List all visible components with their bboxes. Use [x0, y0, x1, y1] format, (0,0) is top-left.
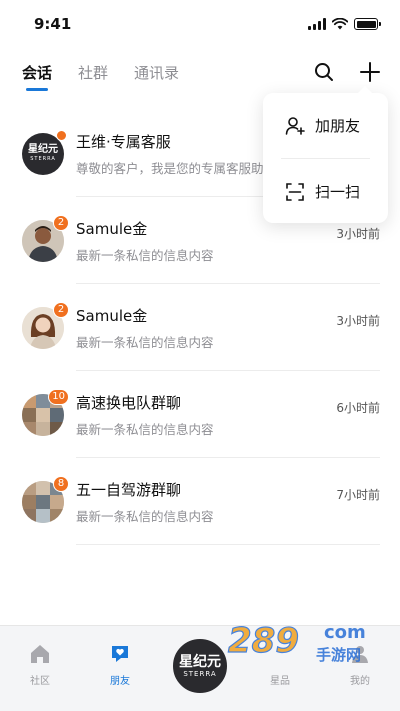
chat-row-group-road-trip[interactable]: 8 五一自驾游群聊 最新一条私信的信息内容 7小时前: [0, 458, 400, 545]
brand-en: STERRA: [30, 156, 56, 162]
tab-conversations[interactable]: 会话: [22, 62, 52, 91]
tab-contacts[interactable]: 通讯录: [134, 62, 179, 83]
avatar-wrap: 2: [22, 301, 69, 349]
add-friend-label: 加朋友: [315, 117, 361, 135]
avatar-wrap: 8: [22, 475, 69, 523]
avatar-wrap: 2: [22, 214, 69, 262]
chat-time: 6小时前: [336, 401, 380, 415]
watermark-number: 289: [228, 621, 299, 661]
scan-label: 扫一扫: [315, 183, 361, 201]
brand-en: STERRA: [183, 669, 217, 678]
tabbar-label: 社区: [30, 676, 50, 687]
brand-cn: 星纪元: [28, 144, 58, 155]
battery-icon: [354, 18, 381, 30]
sterra-center-button: 星纪元 STERRA: [170, 636, 230, 696]
wifi-icon: [332, 18, 348, 30]
home-icon: [28, 642, 52, 666]
search-button[interactable]: [312, 60, 336, 84]
brand-cn: 星纪元: [179, 653, 221, 670]
chat-row-group-battery-swap[interactable]: 10 高速换电队群聊 最新一条私信的信息内容 6小时前: [0, 371, 400, 458]
scan-icon: [285, 182, 305, 202]
friends-heart-icon: [108, 642, 132, 666]
chat-row-samule-2[interactable]: 2 Samule金 最新一条私信的信息内容 3小时前: [0, 284, 400, 371]
unread-badge: 8: [53, 475, 69, 492]
add-button[interactable]: [358, 60, 382, 84]
top-tabs: 会话 社群 通讯录: [0, 54, 400, 91]
unread-badge: 2: [53, 214, 69, 231]
sterra-logo: 星纪元 STERRA: [179, 655, 221, 678]
header-actions: [312, 54, 382, 90]
add-friend-icon: [285, 116, 305, 136]
tabbar-community[interactable]: 社区: [10, 642, 70, 687]
watermark-logo: 289 com 手游网: [227, 620, 366, 664]
chat-message: 最新一条私信的信息内容: [76, 334, 214, 350]
avatar-wrap: 星纪元 STERRA: [22, 129, 67, 175]
tabbar-label: 星品: [270, 676, 290, 687]
unread-dot: [56, 129, 67, 141]
chat-message: 最新一条私信的信息内容: [76, 421, 214, 437]
chat-message: 最新一条私信的信息内容: [76, 247, 214, 263]
unread-badge: 2: [53, 301, 69, 318]
add-popup-menu: 加朋友 扫一扫: [263, 86, 388, 224]
watermark-suffix: com: [324, 622, 366, 643]
avatar-wrap: 10: [22, 388, 69, 436]
tabbar-friends[interactable]: 朋友: [90, 642, 150, 687]
tabbar-label: 朋友: [110, 676, 130, 687]
add-friend-menu-item[interactable]: 加朋友: [263, 93, 388, 158]
sterra-logo: 星纪元 STERRA: [28, 145, 58, 162]
chat-time: 7小时前: [336, 488, 380, 502]
status-icons: [308, 18, 381, 30]
status-bar: 9:41: [0, 0, 400, 48]
unread-badge: 10: [48, 388, 69, 405]
cellular-signal-icon: [308, 18, 326, 30]
search-icon: [315, 63, 333, 81]
tabbar-brand-center[interactable]: 星纪元 STERRA: [170, 636, 230, 696]
status-time: 9:41: [34, 15, 72, 33]
tabbar-label: 我的: [350, 676, 370, 687]
chat-time: 3小时前: [336, 227, 380, 241]
chat-time: 3小时前: [336, 314, 380, 328]
watermark-text: 手游网: [316, 646, 361, 664]
tab-community[interactable]: 社群: [78, 62, 108, 83]
chat-message: 最新一条私信的信息内容: [76, 508, 214, 524]
scan-menu-item[interactable]: 扫一扫: [263, 159, 388, 224]
plus-icon: [360, 62, 380, 82]
